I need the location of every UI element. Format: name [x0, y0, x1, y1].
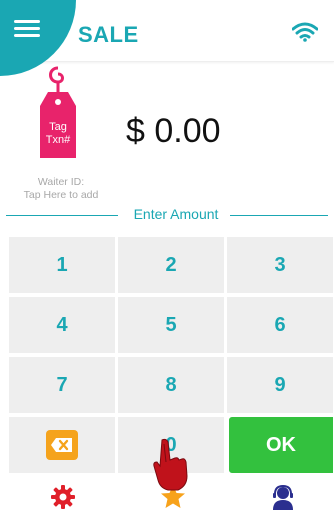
gear-icon[interactable]	[50, 484, 76, 510]
tag-label-line1: Tag	[49, 121, 67, 133]
divider-line-left	[6, 215, 118, 216]
key-9[interactable]: 9	[226, 356, 334, 414]
key-4[interactable]: 4	[8, 296, 116, 354]
bottom-nav	[0, 480, 334, 514]
enter-amount-label: Enter Amount	[133, 206, 219, 222]
waiter-id-hint: Tap Here to add	[23, 189, 99, 201]
ok-button[interactable]: OK	[228, 416, 334, 474]
tag-label: Tag Txn#	[34, 121, 82, 147]
key-2[interactable]: 2	[117, 236, 225, 294]
key-5[interactable]: 5	[117, 296, 225, 354]
app-header: SALE	[0, 0, 334, 76]
key-7[interactable]: 7	[8, 356, 116, 414]
divider-line-right	[230, 215, 328, 216]
star-icon[interactable]	[160, 484, 186, 510]
wifi-icon	[292, 22, 318, 42]
backspace-icon	[46, 430, 78, 460]
amount-display: $ 0.00	[126, 112, 221, 150]
enter-amount-divider: Enter Amount	[6, 205, 328, 225]
support-agent-icon[interactable]	[270, 484, 296, 510]
waiter-id-button[interactable]: Waiter ID: Tap Here to add	[10, 176, 112, 202]
hamburger-menu-icon[interactable]	[14, 17, 44, 43]
price-tag-icon	[40, 66, 76, 158]
key-1[interactable]: 1	[8, 236, 116, 294]
key-6[interactable]: 6	[226, 296, 334, 354]
page-title: SALE	[78, 22, 139, 47]
key-8[interactable]: 8	[117, 356, 225, 414]
key-0[interactable]: 0	[117, 416, 225, 474]
waiter-id-label: Waiter ID:	[37, 176, 85, 188]
backspace-button[interactable]	[8, 416, 116, 474]
tag-label-line2: Txn#	[45, 134, 71, 146]
tag-transaction-button[interactable]	[34, 66, 82, 162]
key-3[interactable]: 3	[226, 236, 334, 294]
